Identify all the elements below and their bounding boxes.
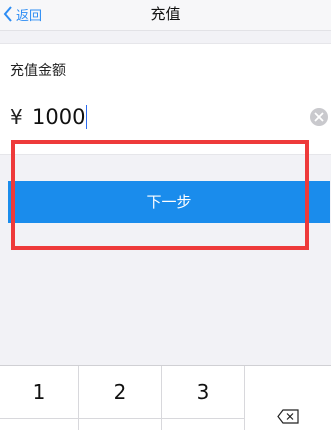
close-icon [314,112,324,122]
key-1-label: 1 [32,380,46,404]
key-2[interactable]: 2 [79,366,162,430]
navigation-bar: 返回 充值 [0,0,331,31]
delete-key[interactable] [245,366,331,430]
numeric-keypad: 1 2 3 [0,365,331,430]
amount-value: 1000 [32,105,86,129]
key-2-label: 2 [113,380,127,404]
next-step-button[interactable]: 下一步 [8,181,330,223]
recharge-amount-label: 充值金额 [10,63,66,79]
key-row-divider [0,418,245,419]
recharge-card: 充值金额 ¥ 1000 [0,43,331,155]
key-1[interactable]: 1 [0,366,79,430]
amount-field[interactable]: 1000 [32,102,88,132]
currency-symbol: ¥ [10,105,23,129]
text-caret [86,105,88,129]
key-3-label: 3 [196,380,210,404]
amount-input[interactable]: ¥ 1000 [10,102,328,138]
backspace-icon [277,409,299,424]
clear-input-button[interactable] [310,108,328,126]
key-3[interactable]: 3 [162,366,245,430]
page-title: 充值 [150,5,181,23]
